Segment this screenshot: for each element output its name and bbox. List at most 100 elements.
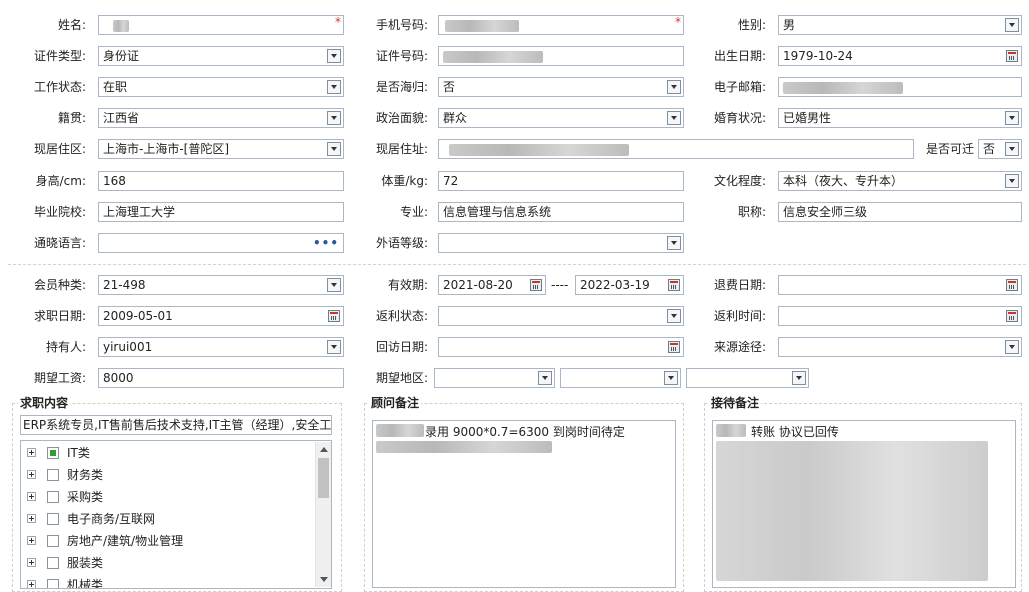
school-value: 上海理工大学 — [103, 205, 176, 219]
gender-label: 性别: — [737, 18, 766, 32]
required-mark: * — [335, 15, 341, 29]
calendar-icon[interactable] — [328, 310, 340, 322]
chevron-down-icon[interactable] — [327, 111, 341, 125]
native-place-select[interactable]: 江西省 — [98, 108, 344, 128]
checkbox[interactable] — [47, 579, 59, 588]
name-input[interactable]: * — [98, 15, 344, 35]
scroll-thumb[interactable] — [318, 458, 329, 498]
chevron-down-icon[interactable] — [664, 371, 678, 385]
calendar-icon[interactable] — [1006, 279, 1018, 291]
chevron-down-icon[interactable] — [327, 80, 341, 94]
phone-input[interactable]: * — [438, 15, 684, 35]
valid-to-input[interactable]: 2022-03-19 — [575, 275, 684, 295]
reception-note-textarea[interactable]: 转账 协议已回传 — [712, 420, 1016, 588]
checkbox[interactable] — [47, 447, 59, 459]
gender-select[interactable]: 男 — [778, 15, 1022, 35]
expand-icon[interactable] — [27, 580, 36, 588]
foreign-level-select[interactable] — [438, 233, 684, 253]
advisor-note-textarea[interactable]: 录用 9000*0.7=6300 到岗时间待定 — [372, 420, 676, 588]
region-district-select[interactable] — [686, 368, 809, 388]
calendar-icon[interactable] — [1006, 310, 1018, 322]
id-number-input[interactable] — [438, 46, 684, 66]
job-summary-field[interactable]: ERP系统专员,IT售前售后技术支持,IT主管（经理）,安全工 — [20, 415, 332, 435]
expand-icon[interactable] — [27, 470, 36, 479]
political-select[interactable]: 群众 — [438, 108, 684, 128]
title-value: 信息安全师三级 — [783, 205, 868, 219]
scroll-up-icon[interactable] — [320, 447, 328, 452]
tree-item-label: IT类 — [67, 446, 90, 460]
checkbox[interactable] — [47, 535, 59, 547]
chevron-down-icon[interactable] — [1005, 111, 1019, 125]
height-label: 身高/cm: — [35, 174, 86, 188]
returnee-select[interactable]: 否 — [438, 77, 684, 97]
chevron-down-icon[interactable] — [327, 49, 341, 63]
chevron-down-icon[interactable] — [538, 371, 552, 385]
native-place-value: 江西省 — [103, 111, 140, 125]
checkbox[interactable] — [47, 513, 59, 525]
expand-icon[interactable] — [27, 448, 36, 457]
chevron-down-icon[interactable] — [667, 236, 681, 250]
checkbox[interactable] — [47, 491, 59, 503]
chevron-down-icon[interactable] — [1005, 18, 1019, 32]
height-input[interactable]: 168 — [98, 171, 344, 191]
chevron-down-icon[interactable] — [792, 371, 806, 385]
rebate-time-input[interactable] — [778, 306, 1022, 326]
more-options-button[interactable]: ••• — [313, 234, 339, 252]
chevron-down-icon[interactable] — [1005, 174, 1019, 188]
chevron-down-icon[interactable] — [667, 80, 681, 94]
birthdate-input[interactable]: 1979-10-24 — [778, 46, 1022, 66]
chevron-down-icon[interactable] — [327, 340, 341, 354]
title-input[interactable]: 信息安全师三级 — [778, 202, 1022, 222]
foreign-level-label: 外语等级: — [375, 236, 428, 250]
major-input[interactable]: 信息管理与信息系统 — [438, 202, 684, 222]
calendar-icon[interactable] — [668, 341, 680, 353]
calendar-icon[interactable] — [1006, 50, 1018, 62]
work-status-select[interactable]: 在职 — [98, 77, 344, 97]
email-label: 电子邮箱: — [713, 80, 766, 94]
refund-date-input[interactable] — [778, 275, 1022, 295]
weight-input[interactable]: 72 — [438, 171, 684, 191]
chevron-down-icon[interactable] — [327, 142, 341, 156]
calendar-icon[interactable] — [530, 279, 542, 291]
holder-select[interactable]: yirui001 — [98, 337, 344, 357]
chevron-down-icon[interactable] — [667, 111, 681, 125]
job-date-input[interactable]: 2009-05-01 — [98, 306, 344, 326]
expand-icon[interactable] — [27, 514, 36, 523]
chevron-down-icon[interactable] — [1005, 340, 1019, 354]
source-select[interactable] — [778, 337, 1022, 357]
salary-input[interactable]: 8000 — [98, 368, 344, 388]
calendar-icon[interactable] — [668, 279, 680, 291]
chevron-down-icon[interactable] — [667, 309, 681, 323]
checkbox[interactable] — [47, 557, 59, 569]
birthdate-value: 1979-10-24 — [783, 49, 853, 63]
chevron-down-icon[interactable] — [1005, 142, 1019, 156]
expand-icon[interactable] — [27, 558, 36, 567]
weight-label: 体重/kg: — [381, 174, 428, 188]
job-category-tree[interactable]: IT类 财务类 采购类 电子商务/互联网 房地产/建筑/物业管理 服装类 机械类 — [20, 440, 332, 589]
relocate-select[interactable]: 否 — [978, 139, 1022, 159]
district-value: 上海市-上海市-[普陀区] — [103, 142, 230, 156]
member-type-select[interactable]: 21-498 — [98, 275, 344, 295]
education-select[interactable]: 本科（夜大、专升本） — [778, 171, 1022, 191]
language-input[interactable]: ••• — [98, 233, 344, 253]
marital-select[interactable]: 已婚男性 — [778, 108, 1022, 128]
email-input[interactable] — [778, 77, 1022, 97]
scroll-down-icon[interactable] — [320, 577, 328, 582]
checkbox[interactable] — [47, 469, 59, 481]
rebate-status-select[interactable] — [438, 306, 684, 326]
visit-date-input[interactable] — [438, 337, 684, 357]
valid-from-input[interactable]: 2021-08-20 — [438, 275, 546, 295]
school-input[interactable]: 上海理工大学 — [98, 202, 344, 222]
weight-value: 72 — [443, 174, 459, 188]
id-type-select[interactable]: 身份证 — [98, 46, 344, 66]
region-province-select[interactable] — [434, 368, 555, 388]
expand-icon[interactable] — [27, 492, 36, 501]
expand-icon[interactable] — [27, 536, 36, 545]
work-status-value: 在职 — [103, 80, 128, 94]
chevron-down-icon[interactable] — [327, 278, 341, 292]
school-label: 毕业院校: — [33, 205, 86, 219]
tree-scrollbar[interactable] — [315, 442, 331, 587]
district-select[interactable]: 上海市-上海市-[普陀区] — [98, 139, 344, 159]
region-city-select[interactable] — [560, 368, 681, 388]
address-input[interactable] — [438, 139, 914, 159]
